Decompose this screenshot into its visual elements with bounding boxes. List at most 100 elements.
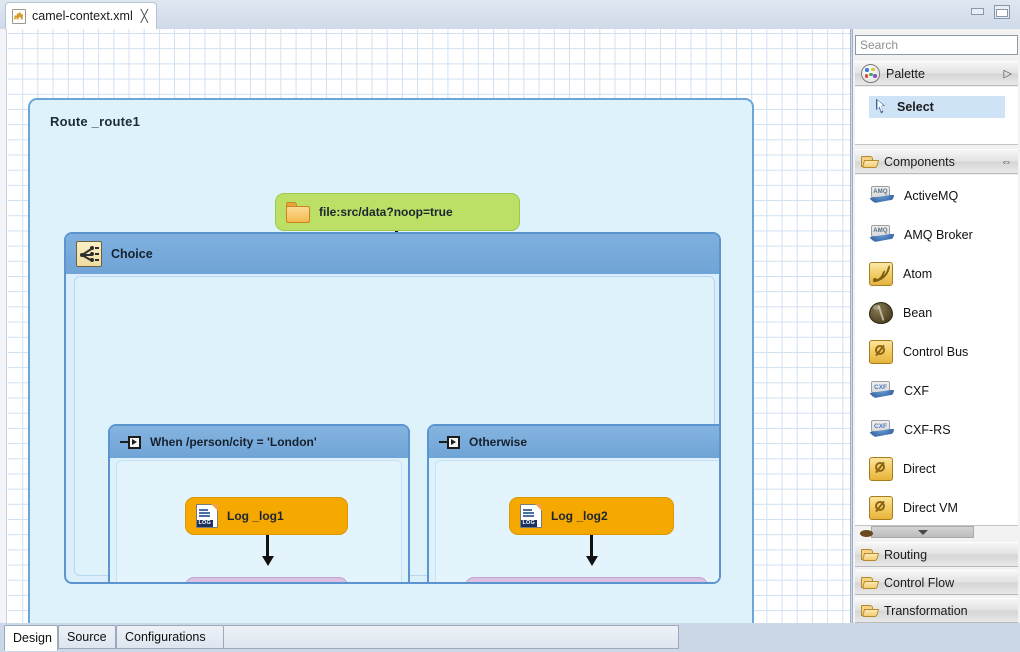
scroll-down-button[interactable] xyxy=(871,526,974,538)
drawer-header-control-flow[interactable]: Control Flow xyxy=(855,570,1018,595)
canvas-left-gutter xyxy=(0,29,7,623)
folder-open-icon xyxy=(861,604,878,618)
node-ref-trans[interactable]: ref:trans xyxy=(185,577,348,584)
palette-item-label: Bean xyxy=(903,306,932,320)
drawer-label: Control Flow xyxy=(884,576,1012,590)
choice-label: Choice xyxy=(111,247,153,261)
palette-item-bean[interactable]: Bean xyxy=(869,296,1017,329)
cxf-icon: CXF xyxy=(869,420,894,440)
drawer-label: Palette xyxy=(886,67,998,81)
palette-search[interactable] xyxy=(855,35,1018,55)
when-arrow-icon xyxy=(120,434,142,450)
folder-open-icon xyxy=(861,548,878,562)
palette-item-label: CXF xyxy=(904,384,929,398)
camel-file-icon xyxy=(12,9,26,24)
palette-item-cxf[interactable]: CXF CXF xyxy=(869,374,1017,407)
flow-arrow xyxy=(266,535,269,557)
endpoint-icon xyxy=(869,457,893,481)
flow-arrow xyxy=(590,535,593,557)
palette-item-cxf-rs[interactable]: CXF CXF-RS xyxy=(869,413,1017,446)
close-icon[interactable]: ╳ xyxy=(141,10,148,22)
route-container[interactable]: Route _route1 file:src/data?noop=true xyxy=(28,98,754,623)
search-input[interactable] xyxy=(856,36,1017,54)
endpoint-icon xyxy=(869,496,893,520)
node-log1[interactable]: LOG Log _log1 xyxy=(185,497,348,535)
tab-label: Source xyxy=(67,630,107,644)
atom-rss-icon xyxy=(869,262,893,286)
drawer-label: Transformation xyxy=(884,604,1012,618)
palette-item-amq-broker[interactable]: AMQ AMQ Broker xyxy=(869,218,1017,251)
palette-item-direct-vm[interactable]: Direct VM xyxy=(869,491,1017,524)
cursor-icon xyxy=(875,99,890,116)
chevron-right-icon[interactable]: ▷ xyxy=(1004,67,1012,80)
branch-when-label: When /person/city = 'London' xyxy=(150,435,317,449)
folder-open-icon xyxy=(861,576,878,590)
palette-item-control-bus[interactable]: Control Bus xyxy=(869,335,1017,368)
drawer-header-components[interactable]: Components ⇔ xyxy=(855,149,1018,174)
palette-item-activemq[interactable]: AMQ ActiveMQ xyxy=(869,179,1017,212)
choice-container[interactable]: Choice When /person/city = 'London' xyxy=(64,232,721,584)
endpoint-icon xyxy=(196,583,222,584)
node-label: file:src/data?noop=true xyxy=(319,205,453,219)
palette-item-label: AMQ Broker xyxy=(904,228,973,242)
amq-icon: AMQ xyxy=(869,186,894,206)
folder-open-icon xyxy=(861,155,878,169)
bean-icon xyxy=(869,302,893,324)
palette-panel: Palette ▷ Select Components ⇔ AMQ Active… xyxy=(852,29,1020,623)
folder-icon xyxy=(286,202,310,223)
editor-tab-strip: camel-context.xml ╳ xyxy=(0,0,1020,29)
palette-item-select[interactable]: Select xyxy=(869,96,1005,118)
tab-label: Design xyxy=(13,631,52,645)
chevron-down-icon xyxy=(918,530,928,535)
endpoint-icon xyxy=(869,340,893,364)
drawer-header-routing[interactable]: Routing xyxy=(855,542,1018,567)
window-controls xyxy=(970,5,1010,19)
tab-strip-filler xyxy=(224,625,679,649)
tab-design[interactable]: Design xyxy=(4,625,58,651)
log-icon: LOG xyxy=(196,504,218,528)
node-file-other[interactable]: file:target/messages/oth... xyxy=(465,577,708,584)
choice-header[interactable]: Choice xyxy=(66,234,719,274)
palette-item-direct[interactable]: Direct xyxy=(869,452,1017,485)
branch-when-header[interactable]: When /person/city = 'London' xyxy=(110,426,408,458)
minimize-icon[interactable] xyxy=(970,5,986,19)
palette-item-label: Select xyxy=(897,100,934,114)
palette-item-label: Direct xyxy=(903,462,936,476)
tab-label: Configurations xyxy=(125,630,206,644)
scroll-nub xyxy=(860,530,873,537)
node-label: Log _log2 xyxy=(551,509,608,523)
route-design-canvas[interactable]: Route _route1 file:src/data?noop=true xyxy=(0,29,851,623)
drawer-header-transformation[interactable]: Transformation xyxy=(855,598,1018,623)
palette-item-label: ActiveMQ xyxy=(904,189,958,203)
route-title: Route _route1 xyxy=(50,114,140,129)
drawer-body-palette: Select xyxy=(855,87,1018,145)
branch-otherwise-header[interactable]: Otherwise xyxy=(429,426,721,458)
eclipse-editor-window: camel-context.xml ╳ Route _route1 file:s… xyxy=(0,0,1020,652)
choice-icon xyxy=(76,241,102,267)
node-from-endpoint[interactable]: file:src/data?noop=true xyxy=(275,193,520,231)
branch-otherwise-label: Otherwise xyxy=(469,435,527,449)
palette-item-atom[interactable]: Atom xyxy=(869,257,1017,290)
editor-tab-label: camel-context.xml xyxy=(32,9,133,23)
cxf-icon: CXF xyxy=(869,381,894,401)
drawer-label: Components xyxy=(884,155,995,169)
node-log2[interactable]: LOG Log _log2 xyxy=(509,497,674,535)
drawer-body-components[interactable]: AMQ ActiveMQ AMQ AMQ Broker Atom Bean Co… xyxy=(855,175,1018,526)
tab-source[interactable]: Source xyxy=(58,625,116,649)
palette-item-label: Direct VM xyxy=(903,501,958,515)
palette-item-label: Atom xyxy=(903,267,932,281)
collapse-icon[interactable]: ⇔ xyxy=(1001,156,1012,168)
palette-item-label: Control Bus xyxy=(903,345,968,359)
when-arrow-icon xyxy=(439,434,461,450)
maximize-icon[interactable] xyxy=(994,5,1010,19)
editor-tab-camel-context[interactable]: camel-context.xml ╳ xyxy=(5,2,157,29)
drawer-label: Routing xyxy=(884,548,1012,562)
node-label: Log _log1 xyxy=(227,509,284,523)
palette-icon xyxy=(861,64,880,83)
palette-item-label: CXF-RS xyxy=(904,423,951,437)
amq-icon: AMQ xyxy=(869,225,894,245)
drawer-header-palette[interactable]: Palette ▷ xyxy=(855,61,1018,86)
editor-bottom-tabs: Design Source Configurations xyxy=(0,623,1020,652)
tab-configurations[interactable]: Configurations xyxy=(116,625,224,649)
log-icon: LOG xyxy=(520,504,542,528)
